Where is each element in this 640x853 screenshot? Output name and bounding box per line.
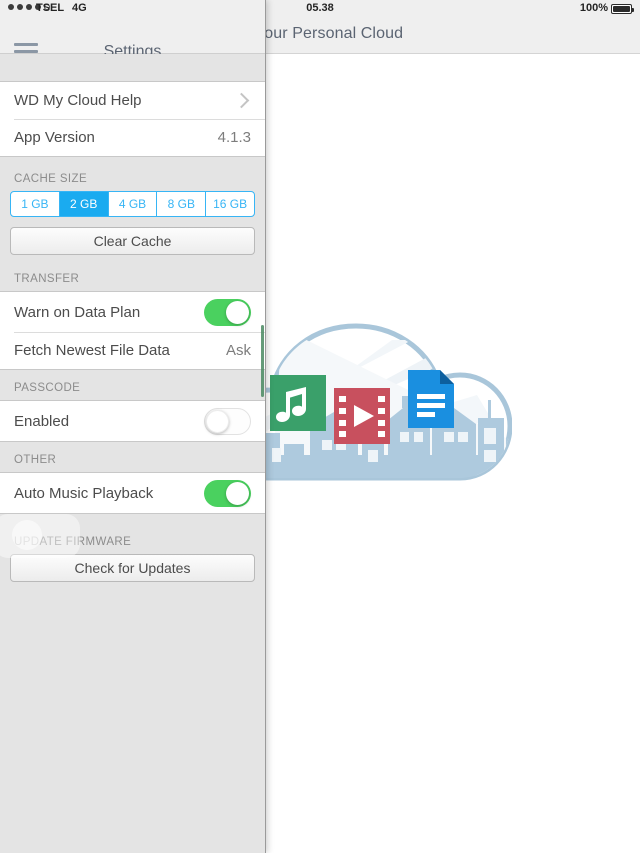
passcode-header: PASSCODE — [0, 382, 265, 400]
help-group: WD My Cloud Help App Version 4.1.3 — [0, 81, 265, 157]
toggle-knob — [226, 482, 249, 505]
fetch-newest-file-data-label: Fetch Newest File Data — [14, 342, 226, 359]
drawer-nav-bar: Settings — [0, 18, 265, 54]
background-app-title: Your Personal Cloud — [255, 25, 585, 43]
document-file-icon — [406, 368, 456, 430]
cache-size-segmented-control[interactable]: 1 GB 2 GB 4 GB 8 GB 16 GB — [10, 191, 255, 217]
transfer-section: TRANSFER — [0, 269, 265, 291]
warn-on-data-plan-label: Warn on Data Plan — [14, 304, 204, 321]
chevron-right-icon — [234, 93, 250, 109]
toggle-knob — [226, 301, 249, 324]
row-wd-my-cloud-help[interactable]: WD My Cloud Help — [0, 82, 265, 119]
cache-section: CACHE SIZE 1 GB 2 GB 4 GB 8 GB 16 GB Cle… — [0, 157, 265, 269]
passcode-enabled-toggle[interactable] — [204, 408, 251, 435]
update-firmware-header: UPDATE FIRMWARE — [0, 536, 265, 554]
other-header: OTHER — [0, 454, 265, 472]
app-screen: Your Personal Cloud — [0, 0, 640, 853]
video-file-icon — [334, 388, 390, 444]
row-warn-on-data-plan[interactable]: Warn on Data Plan — [0, 292, 265, 332]
settings-drawer: Settings WD My Cloud Help App Version 4.… — [0, 0, 266, 853]
settings-list[interactable]: WD My Cloud Help App Version 4.1.3 CACHE… — [0, 54, 265, 853]
clock-label: 05.38 — [0, 2, 640, 14]
battery-percent-label: 100% — [580, 2, 608, 14]
auto-music-playback-label: Auto Music Playback — [14, 485, 204, 502]
app-version-label: App Version — [14, 129, 218, 146]
cache-option-1gb[interactable]: 1 GB — [11, 192, 59, 216]
personal-cloud-illustration — [262, 300, 512, 540]
check-for-updates-button[interactable]: Check for Updates — [10, 554, 255, 582]
cache-option-2gb[interactable]: 2 GB — [59, 192, 108, 216]
clear-cache-button[interactable]: Clear Cache — [10, 227, 255, 255]
row-passcode-enabled[interactable]: Enabled — [0, 401, 265, 441]
firmware-section: UPDATE FIRMWARE Check for Updates — [0, 514, 265, 596]
drawer-scrollbar[interactable] — [261, 325, 264, 397]
passcode-section: PASSCODE — [0, 370, 265, 400]
file-type-icons — [262, 300, 512, 540]
row-app-version: App Version 4.1.3 — [0, 119, 265, 156]
music-file-icon — [270, 375, 326, 431]
passcode-enabled-label: Enabled — [14, 413, 204, 430]
cache-option-8gb[interactable]: 8 GB — [156, 192, 205, 216]
other-group: Auto Music Playback — [0, 472, 265, 514]
row-fetch-newest-file-data[interactable]: Fetch Newest File Data Ask — [0, 332, 265, 369]
battery-icon — [611, 4, 632, 14]
transfer-group: Warn on Data Plan Fetch Newest File Data… — [0, 291, 265, 370]
warn-on-data-plan-toggle[interactable] — [204, 299, 251, 326]
auto-music-playback-toggle[interactable] — [204, 480, 251, 507]
cache-option-16gb[interactable]: 16 GB — [205, 192, 254, 216]
passcode-group: Enabled — [0, 400, 265, 442]
row-auto-music-playback[interactable]: Auto Music Playback — [0, 473, 265, 513]
fetch-newest-file-data-value: Ask — [226, 342, 251, 359]
toggle-knob — [206, 410, 229, 433]
cache-option-4gb[interactable]: 4 GB — [108, 192, 157, 216]
transfer-header: TRANSFER — [0, 273, 265, 291]
help-label: WD My Cloud Help — [14, 92, 236, 109]
app-version-value: 4.1.3 — [218, 129, 251, 146]
other-section: OTHER — [0, 442, 265, 472]
cache-size-header: CACHE SIZE — [0, 173, 265, 191]
status-bar: TSEL 4G 05.38 100% — [0, 0, 640, 18]
